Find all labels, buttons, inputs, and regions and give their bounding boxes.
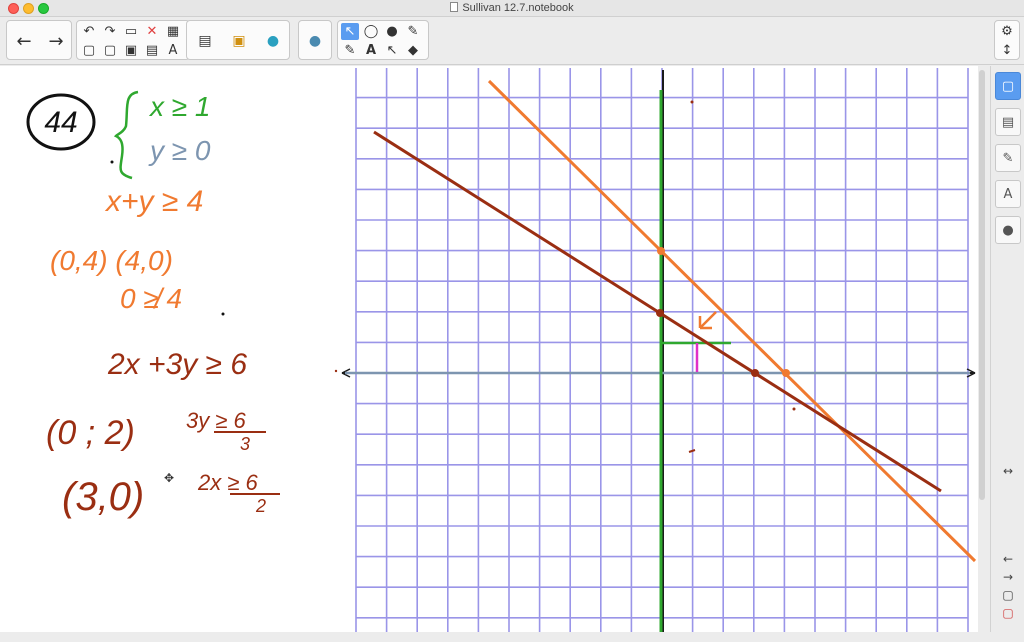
note-point-3-0: (3,0) (62, 475, 144, 519)
gear-icon[interactable]: ⚙ (998, 23, 1016, 40)
right-sidebar: ▢ ▤ ✎ A ● ↔ ← → ▢ ▢ (990, 66, 1024, 632)
attachments-icon[interactable]: ✎ (995, 144, 1021, 172)
tools-group: ▤ ▣ ● (186, 20, 290, 60)
stray-mark (688, 449, 696, 453)
add-page-icon[interactable]: ▢ (999, 588, 1017, 604)
delete-page-icon[interactable]: ▢ (101, 42, 119, 59)
text-properties-icon[interactable]: A (164, 42, 182, 59)
note-x-plus-y: x+y ≥ 4 (104, 185, 203, 218)
note-point-0-2: (0 ; 2) (46, 414, 135, 452)
toolbar: ← → ↶ ↷ ▭ ✕ ▦ ▢ ▢ ▣ ▤ A ▤ ▣ ● ● ↖ ◯ ● ✎ … (0, 17, 1024, 65)
note-2-denominator: 2 (255, 496, 266, 516)
note-3y: 3y ≥ 6 (186, 408, 247, 433)
lab-group: ● (298, 20, 332, 60)
table-icon[interactable]: ▦ (164, 23, 182, 40)
gallery-icon[interactable]: ▤ (995, 108, 1021, 136)
document-icon (450, 2, 459, 12)
vertical-scrollbar[interactable] (979, 70, 985, 500)
orange-point-0-4 (657, 247, 665, 255)
orange-point-4-0 (782, 369, 790, 377)
screen-capture-icon[interactable]: ▭ (122, 23, 140, 40)
addons-icon[interactable]: ● (995, 216, 1021, 244)
note-intercepts-orange: (0,4) (4,0) (50, 245, 173, 276)
toolbar-position-icon[interactable]: ↕ (998, 42, 1016, 59)
orange-shade-arrow (698, 311, 717, 330)
canvas-drawing: 44 x ≥ 1 y ≥ 0 x+y ≥ 4 (0,4) (4,0) 0 ≱ 4… (26, 68, 977, 632)
previous-page-icon[interactable]: ← (999, 552, 1017, 568)
note-x-ge-1: x ≥ 1 (148, 91, 211, 122)
delete-icon[interactable]: ✕ (143, 23, 161, 40)
window-title: Sullivan 12.7.notebook (0, 2, 1024, 14)
note-2x: 2x ≥ 6 (197, 470, 259, 495)
undo-icon[interactable]: ↶ (80, 23, 98, 40)
delete-page-sidebar-icon[interactable]: ▢ (999, 606, 1017, 622)
navigation-group: ← → (6, 20, 72, 60)
note-2x-3y: 2x +3y ≥ 6 (107, 348, 247, 381)
note-test-orange: 0 ≱ 4 (120, 283, 182, 314)
new-page-icon[interactable]: ▢ (80, 42, 98, 59)
addon-icon[interactable]: ● (259, 23, 287, 59)
cursor-move-icon: ✥ (164, 471, 174, 485)
save-icon[interactable]: ▣ (122, 42, 140, 59)
collapse-sidebar-icon[interactable]: ↔ (999, 464, 1017, 480)
note-y-ge-0: y ≥ 0 (148, 135, 211, 166)
next-page-icon[interactable]: → (999, 570, 1017, 586)
redo-icon[interactable]: ↷ (101, 23, 119, 40)
text-tool-icon[interactable]: A (362, 42, 380, 59)
stray-dot-2 (792, 407, 796, 411)
pen-icon[interactable]: ✎ (404, 23, 422, 40)
page-sorter-icon[interactable]: ▢ (995, 72, 1021, 100)
select-cursor-icon[interactable]: ↖ (341, 23, 359, 40)
note-dot (110, 160, 114, 164)
screen-shade-icon[interactable]: ▤ (143, 42, 161, 59)
fill-icon[interactable]: ● (383, 23, 401, 40)
properties-icon[interactable]: A (995, 180, 1021, 208)
display-icon[interactable]: ▤ (191, 23, 219, 59)
system-brace (113, 90, 139, 180)
note-3-denominator: 3 (240, 434, 250, 454)
line-tool-icon[interactable]: ↖ (383, 42, 401, 59)
back-arrow-icon[interactable]: ← (10, 23, 38, 59)
stray-dot-3 (334, 369, 338, 373)
shape-icon[interactable]: ◯ (362, 23, 380, 40)
stray-dot (690, 100, 694, 104)
problem-number: 44 (44, 106, 77, 139)
x-plus-y-ge-4-line (487, 79, 977, 563)
response-icon[interactable]: ▣ (225, 23, 253, 59)
activity-icon[interactable]: ● (301, 23, 329, 59)
drawing-tools-group: ↖ ◯ ● ✎ ✎ A ↖ ◆ (337, 20, 429, 60)
note-dot-2 (221, 312, 225, 316)
status-bar (0, 632, 1024, 642)
brown-point-0-2 (656, 309, 664, 317)
edit-group: ↶ ↷ ▭ ✕ ▦ ▢ ▢ ▣ ▤ A (76, 20, 190, 60)
title-bar: Sullivan 12.7.notebook (0, 0, 1024, 17)
pens-icon[interactable]: ✎ (341, 42, 359, 59)
forward-arrow-icon[interactable]: → (42, 23, 70, 59)
eraser-icon[interactable]: ◆ (404, 42, 422, 59)
brown-point-3-0 (751, 369, 759, 377)
whiteboard-canvas[interactable]: 44 x ≥ 1 y ≥ 0 x+y ≥ 4 (0,4) (4,0) 0 ≱ 4… (0, 66, 978, 632)
settings-group: ⚙ ↕ (994, 20, 1020, 60)
